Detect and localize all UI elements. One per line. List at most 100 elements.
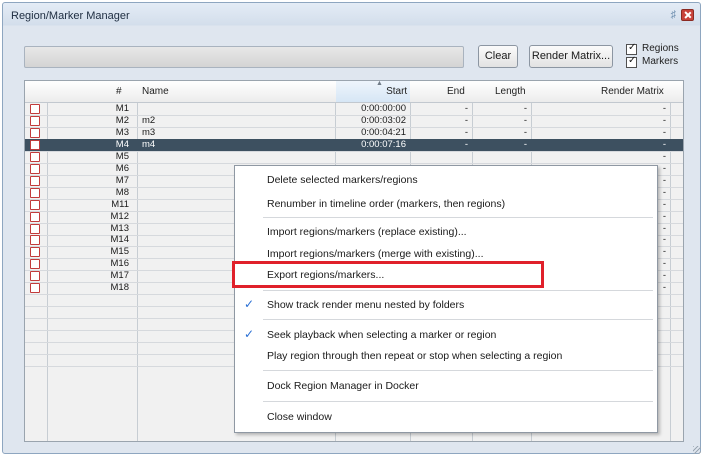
check-icon: ✓ — [628, 42, 637, 53]
cell-render-matrix: - — [662, 103, 666, 114]
row-checkbox[interactable] — [30, 283, 40, 294]
sort-ascending-icon: ▲ — [376, 80, 383, 87]
title-bar: Region/Marker Manager ♯ — [3, 3, 700, 29]
row-checkbox[interactable] — [30, 223, 40, 234]
close-icon[interactable] — [681, 9, 694, 21]
cell-number: M11 — [111, 198, 129, 210]
cell-number: M2 — [115, 114, 129, 126]
cell-name: m3 — [142, 126, 156, 138]
pin-icon[interactable]: ♯ — [671, 9, 677, 21]
cell-start: 0:00:03:02 — [361, 114, 406, 126]
column-header-start-label: Start — [386, 86, 408, 97]
table-row[interactable]: M4 m4 0:00:07:16 - - - — [25, 138, 683, 151]
row-checkbox[interactable] — [30, 104, 40, 114]
row-checkbox[interactable] — [30, 235, 40, 246]
menu-separator — [263, 319, 653, 320]
row-checkbox[interactable] — [30, 271, 40, 282]
cell-end: - — [464, 114, 468, 126]
context-menu: Delete selected markers/regions Renumber… — [234, 165, 658, 433]
table-header: # Name Start ▲ End Length Render Matrix — [25, 81, 683, 103]
row-checkbox[interactable] — [30, 247, 40, 258]
row-checkbox[interactable] — [30, 115, 40, 126]
cell-name: m2 — [142, 114, 156, 126]
row-checkbox[interactable] — [30, 211, 40, 222]
menu-item-export[interactable]: Export regions/markers... — [267, 269, 384, 281]
menu-item-seek-playback[interactable]: Seek playback when selecting a marker or… — [267, 329, 496, 341]
cell-number: M1 — [115, 103, 129, 114]
menu-separator — [263, 401, 653, 402]
clear-button[interactable]: Clear — [478, 45, 518, 68]
regions-checkbox[interactable]: ✓ Regions — [626, 42, 696, 56]
checkbox-box[interactable]: ✓ — [626, 42, 637, 55]
cell-render-matrix: - — [662, 150, 666, 162]
cell-length: - — [523, 103, 527, 114]
column-header-number[interactable]: # — [116, 86, 122, 97]
markers-label: Markers — [642, 56, 679, 67]
row-checkbox[interactable] — [30, 127, 40, 138]
checkbox-box[interactable]: ✓ — [626, 55, 637, 68]
cell-name: m4 — [142, 138, 156, 150]
menu-item-import-replace[interactable]: Import regions/markers (replace existing… — [267, 226, 467, 238]
cell-length: - — [523, 138, 527, 150]
column-header-render-matrix[interactable]: Render Matrix — [601, 86, 664, 97]
markers-checkbox[interactable]: ✓ Markers — [626, 55, 696, 69]
cell-number: M16 — [110, 258, 129, 270]
column-header-length[interactable]: Length — [495, 86, 526, 97]
row-checkbox[interactable] — [30, 151, 40, 162]
cell-number: M4 — [115, 138, 129, 150]
cell-number: M6 — [115, 162, 129, 174]
menu-separator — [263, 290, 653, 291]
cell-end: - — [464, 103, 468, 114]
row-checkbox[interactable] — [30, 163, 40, 174]
cell-render-matrix: - — [662, 126, 666, 138]
row-checkbox[interactable] — [30, 259, 40, 270]
filter-input[interactable] — [24, 46, 464, 68]
cell-length: - — [523, 114, 527, 126]
cell-number: M3 — [115, 126, 129, 138]
menu-item-renumber[interactable]: Renumber in timeline order (markers, the… — [267, 198, 505, 210]
check-icon: ✓ — [244, 327, 255, 341]
cell-start: 0:00:07:16 — [361, 138, 406, 150]
cell-number: M8 — [115, 186, 129, 198]
row-checkbox[interactable] — [30, 175, 40, 186]
cell-number: M14 — [110, 234, 129, 246]
cell-number: M13 — [110, 222, 129, 234]
table-row[interactable]: M5 - — [25, 151, 683, 163]
row-checkbox[interactable] — [30, 187, 40, 198]
cell-start: 0:00:00:00 — [361, 103, 406, 114]
cell-number: M7 — [115, 174, 129, 186]
cell-render-matrix: - — [662, 114, 666, 126]
column-header-start[interactable]: Start — [336, 81, 410, 102]
menu-item-import-merge[interactable]: Import regions/markers (merge with exist… — [267, 248, 483, 260]
check-icon: ✓ — [244, 297, 255, 311]
column-header-end[interactable]: End — [447, 86, 465, 97]
cell-number: M18 — [110, 282, 129, 294]
table-row[interactable]: M2 m2 0:00:03:02 - - - — [25, 115, 683, 127]
cell-end: - — [464, 126, 468, 138]
column-header-name[interactable]: Name — [142, 86, 169, 97]
menu-item-close-window[interactable]: Close window — [267, 411, 332, 423]
cell-end: - — [464, 138, 468, 150]
table-row[interactable]: M3 m3 0:00:04:21 - - - — [25, 127, 683, 139]
resize-grip-icon[interactable] — [693, 446, 701, 454]
cell-number: M5 — [115, 150, 129, 162]
regions-label: Regions — [642, 43, 679, 54]
cell-start: 0:00:04:21 — [361, 126, 406, 138]
check-icon: ✓ — [628, 55, 637, 66]
row-checkbox[interactable] — [30, 199, 40, 210]
cell-number: M17 — [110, 270, 129, 282]
cell-render-matrix: - — [662, 138, 666, 150]
menu-item-play-region-through[interactable]: Play region through then repeat or stop … — [267, 350, 562, 362]
menu-separator — [263, 370, 653, 371]
row-checkbox[interactable] — [30, 139, 40, 150]
table-row[interactable]: M1 0:00:00:00 - - - — [25, 103, 683, 115]
cell-number: M12 — [110, 210, 129, 222]
cell-number: M15 — [110, 246, 129, 258]
menu-separator — [263, 217, 653, 218]
cell-length: - — [523, 126, 527, 138]
menu-item-show-track-render-menu[interactable]: Show track render menu nested by folders — [267, 299, 464, 311]
menu-item-delete-selected[interactable]: Delete selected markers/regions — [267, 174, 418, 186]
render-matrix-button[interactable]: Render Matrix... — [529, 45, 613, 68]
window-title: Region/Marker Manager — [11, 10, 130, 22]
menu-item-dock-region-manager[interactable]: Dock Region Manager in Docker — [267, 380, 419, 392]
